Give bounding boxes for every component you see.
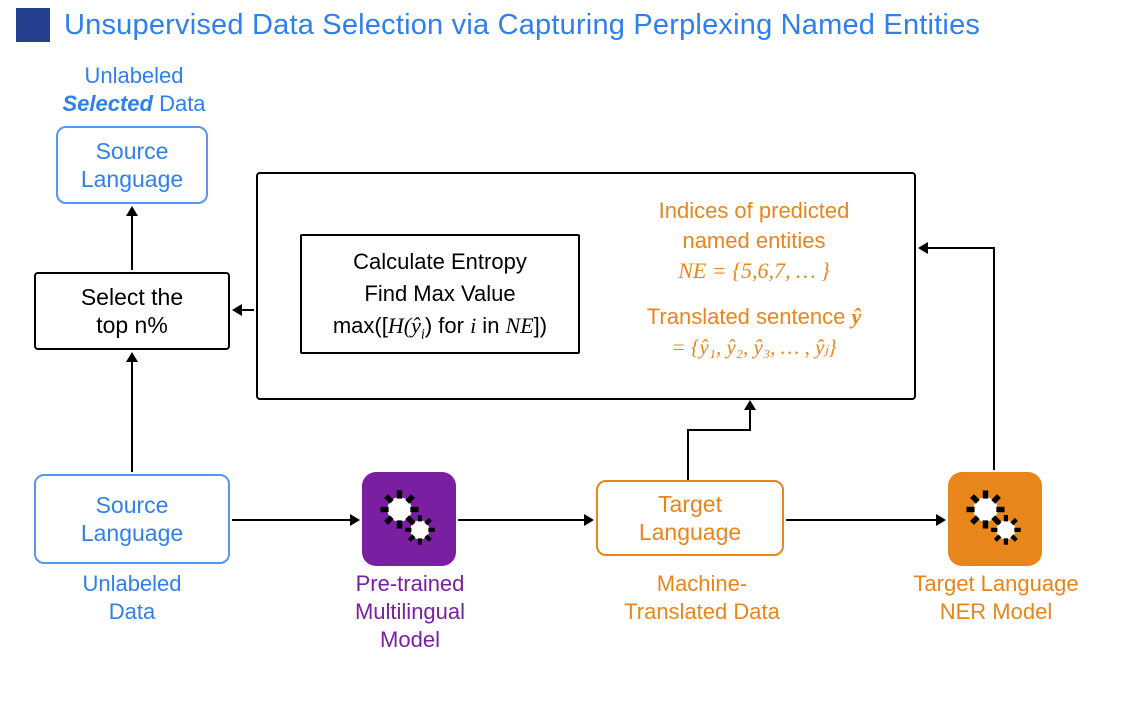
target-language-label: Target Language [639,490,741,546]
title-row: Unsupervised Data Selection via Capturin… [16,8,980,42]
select-top-n-label: Select the top n% [81,283,183,339]
ner-model-node [948,472,1042,566]
translated-l1-yhat: ŷ [851,304,861,329]
calc-l3-mid: ) for [425,313,470,338]
arrow-target-to-ner [786,512,946,528]
source-language-unlabeled-box: Source Language [34,474,230,564]
calc-line3: max([H(ŷi) for i in NE]) [302,310,578,350]
calc-line2: Find Max Value [302,278,578,310]
gears-icon [961,485,1029,553]
target-language-box: Target Language [596,480,784,556]
calc-l3-close: ]) [534,313,547,338]
indices-block: Indices of predicted named entities NE =… [614,196,894,286]
indices-l1: Indices of predicted [614,196,894,226]
page-title: Unsupervised Data Selection via Capturin… [64,9,980,42]
pretrained-model-node [362,472,456,566]
label-pretrained-model: Pre-trained Multilingual Model [318,570,502,654]
gears-icon [375,485,443,553]
arrow-source-to-model [232,512,360,528]
label-unlabeled-data: Unlabeled Data [60,570,204,626]
arrow-model-to-target [458,512,594,528]
header-line1: Unlabeled [44,62,224,90]
calc-l3-NE: NE [506,313,534,338]
translated-l1-prefix: Translated sentence [647,304,852,329]
source-language-unlabeled-label: Source Language [81,491,183,547]
calc-entropy-box: Calculate Entropy Find Max Value max([H(… [300,234,580,354]
calc-l3-of: (ŷ [404,313,421,338]
arrow-select-up-sourcetop [124,206,140,270]
label-machine-translated: Machine- Translated Data [600,570,804,626]
source-language-selected-label: Source Language [81,137,183,193]
calc-l3-prefix: max([ [333,313,388,338]
arrow-target-up-bigbox [688,400,768,480]
arrow-bigbox-to-select [232,302,254,318]
source-language-selected-box: Source Language [56,126,208,204]
translated-l2: = {ŷ₁, ŷ₂, ŷ₃, … , ŷⱼ} [604,332,904,362]
title-bullet-icon [16,8,50,42]
translated-block: Translated sentence ŷ = {ŷ₁, ŷ₂, ŷ₃, … ,… [604,302,904,362]
calc-l3-in: in [476,313,505,338]
calc-line1: Calculate Entropy [302,246,578,278]
indices-l3: NE = {5,6,7, … } [614,256,894,286]
header-line2-tail: Data [153,91,206,116]
entropy-computation-panel: Calculate Entropy Find Max Value max([H(… [256,172,916,400]
select-top-n-box: Select the top n% [34,272,230,350]
arrow-source-up-select [124,352,140,472]
label-ner-model: Target Language NER Model [884,570,1108,626]
translated-l1: Translated sentence ŷ [604,302,904,332]
arrow-ner-up-indices [918,240,998,470]
calc-l3-H: H [388,313,404,338]
header-selected-word: Selected [62,91,153,116]
indices-l2: named entities [614,226,894,256]
selected-data-header: Unlabeled Selected Data [44,62,224,118]
header-line2: Selected Data [44,90,224,118]
